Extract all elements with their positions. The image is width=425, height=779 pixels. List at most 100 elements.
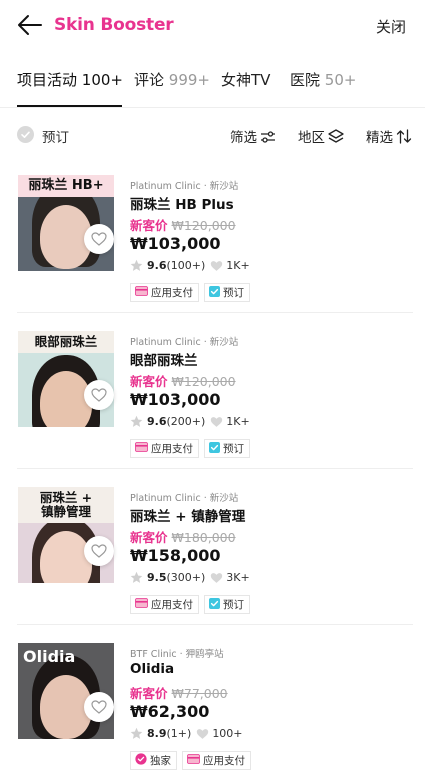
product-banner: 丽珠兰 HB+ [18,175,114,197]
rating-row: 9.6 (100+) 1K+ [130,259,250,272]
check-box-icon [209,285,220,300]
station-name: 新沙站 [209,337,239,348]
tab-label: 医院 [290,71,321,89]
verified-icon [135,753,147,768]
product-card[interactable]: Olidia BTF Clinic · 狎鸥亭站 Olidia 新客价 ₩77,0… [0,625,425,779]
star-icon [130,727,143,739]
badge-label: 预订 [223,287,244,299]
product-image: 丽珠兰 HB+ [18,175,114,271]
card-icon [135,598,148,611]
layers-icon [328,129,344,143]
sale-price: ₩62,300 [130,702,210,721]
active-tab-indicator [17,105,122,107]
product-card[interactable]: 丽珠兰 + 镇静管理 Platinum Clinic · 新沙站 丽珠兰 + 镇… [0,469,425,625]
filter-button[interactable]: 筛选 [230,126,276,146]
check-box-icon [209,441,220,456]
badge-list: 独家 应用支付 [130,751,251,770]
price-row: 新客价 ₩120,000 [130,371,236,390]
tab-reviews[interactable]: 评论 999+ [134,69,210,90]
tab-count: 999+ [168,71,210,89]
header: Skin Booster 关闭 [0,0,425,52]
check-box-icon [209,597,220,612]
tab-count: 50+ [324,71,357,89]
tab-label: 女神TV [221,71,271,89]
card-icon [187,754,200,767]
price-row: 新客价 ₩77,000 [130,683,228,702]
like-count: 3K+ [226,571,250,584]
original-price: ₩180,000 [171,530,236,545]
booking-badge: 预订 [204,439,250,458]
clinic-name: Platinum Clinic [130,337,201,348]
tab-goddess-tv[interactable]: 女神TV [221,69,270,90]
original-price: ₩120,000 [171,218,236,233]
product-image: Olidia [18,643,114,739]
clinic-name: Platinum Clinic [130,181,201,192]
sale-price: ₩103,000 [130,390,221,409]
review-count: (200+) [166,415,206,428]
badge-list: 应用支付 预订 [130,595,250,614]
page-title: Skin Booster [54,15,174,35]
product-card[interactable]: 眼部丽珠兰 Platinum Clinic · 新沙站 眼部丽珠兰 新客价 ₩12… [0,313,425,469]
clinic-line: Platinum Clinic · 新沙站 [130,181,239,192]
favorite-heart-icon[interactable] [84,536,114,566]
product-name: 丽珠兰 HB Plus [130,197,234,213]
tab-label: 评论 [134,71,165,89]
favorite-heart-icon[interactable] [84,224,114,254]
station-name: 狎鸥亭站 [185,649,224,660]
original-price: ₩77,000 [171,686,228,701]
card-icon [135,286,148,299]
badge-label: 应用支付 [203,755,245,767]
favorite-heart-icon[interactable] [84,692,114,722]
rating-row: 8.9 (1+) 100+ [130,727,243,740]
card-icon [135,442,148,455]
product-image: 丽珠兰 + 镇静管理 [18,487,114,583]
region-button[interactable]: 地区 [298,126,344,146]
product-banner: 丽珠兰 + 镇静管理 [18,487,114,523]
sort-button[interactable]: 精选 [366,126,412,146]
tab-label: 项目活动 [17,71,78,89]
tab-activities[interactable]: 项目活动 100+ [17,69,123,90]
heart-icon [211,572,223,583]
badge-label: 独家 [150,755,171,767]
app-pay-badge: 应用支付 [130,595,199,614]
badge-list: 应用支付 预订 [130,439,250,458]
new-customer-label: 新客价 [130,686,168,701]
sort-arrows-icon [396,129,412,144]
product-banner: Olidia [23,647,76,666]
new-customer-label: 新客价 [130,218,168,233]
back-arrow-icon[interactable] [17,12,43,38]
badge-label: 预订 [223,443,244,455]
product-card[interactable]: 丽珠兰 HB+ Platinum Clinic · 新沙站 丽珠兰 HB Plu… [0,157,425,313]
rating-score: 9.5 [147,571,167,584]
like-count: 1K+ [226,415,250,428]
app-pay-badge: 应用支付 [130,283,199,302]
clinic-line: Platinum Clinic · 新沙站 [130,493,239,504]
close-button[interactable]: 关闭 [376,16,406,37]
booking-badge: 预订 [204,595,250,614]
rating-score: 9.6 [147,259,167,272]
app-pay-badge: 应用支付 [182,751,251,770]
heart-icon [211,260,223,271]
sale-price: ₩158,000 [130,546,221,565]
favorite-heart-icon[interactable] [84,380,114,410]
product-banner: 眼部丽珠兰 [18,331,114,353]
heart-icon [211,416,223,427]
clinic-line: BTF Clinic · 狎鸥亭站 [130,649,224,660]
check-circle-icon[interactable] [17,126,34,143]
book-filter-label[interactable]: 预订 [42,126,69,146]
tab-hospitals[interactable]: 医院 50+ [290,69,356,90]
tab-bar: 项目活动 100+ 评论 999+ 女神TV 医院 50+ [0,58,425,108]
review-count: (1+) [166,727,192,740]
booking-badge: 预订 [204,283,250,302]
review-count: (100+) [166,259,206,272]
station-name: 新沙站 [209,181,239,192]
tab-count: 100+ [81,71,123,89]
product-name: Olidia [130,661,175,677]
badge-label: 应用支付 [151,443,193,455]
exclusive-badge: 独家 [130,751,177,770]
badge-label: 应用支付 [151,287,193,299]
like-count: 100+ [212,727,243,740]
clinic-name: Platinum Clinic [130,493,201,504]
price-row: 新客价 ₩120,000 [130,215,236,234]
rating-score: 8.9 [147,727,167,740]
